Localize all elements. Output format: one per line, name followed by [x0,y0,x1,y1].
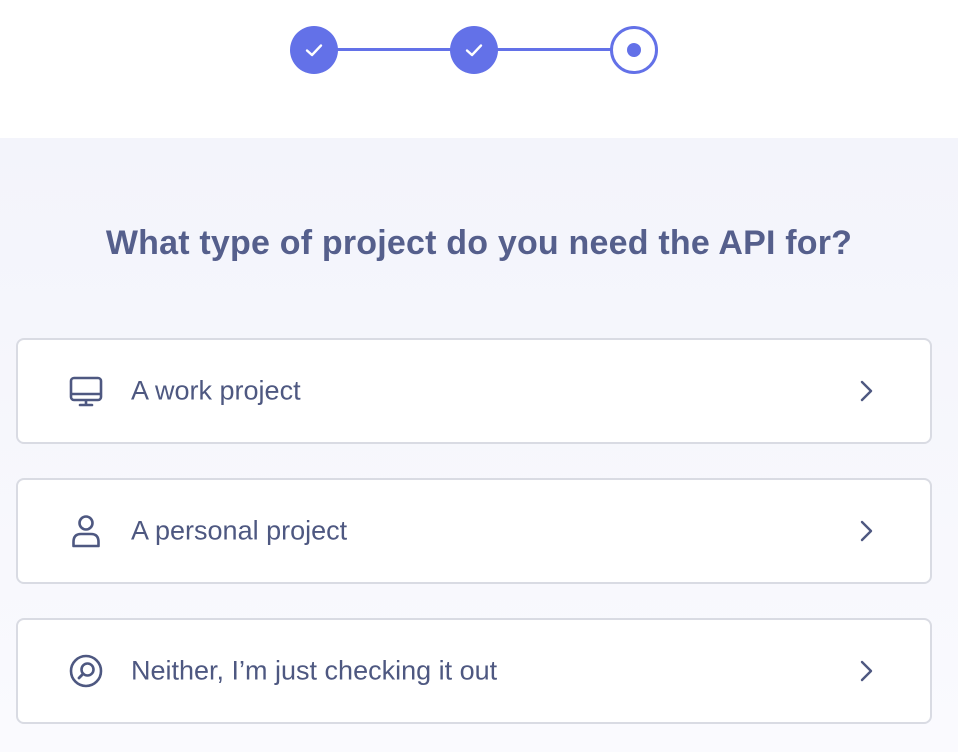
option-work-project[interactable]: A work project [16,338,932,444]
step-3-current [610,26,658,74]
check-icon [305,44,323,57]
option-just-checking[interactable]: Neither, I’m just checking it out [16,618,932,724]
dot-icon [627,43,641,57]
magnifier-icon [68,653,104,689]
monitor-icon [68,373,104,409]
check-icon [465,44,483,57]
user-icon [68,513,104,549]
progress-stepper [0,0,958,138]
option-label: A work project [131,375,301,406]
option-label: Neither, I’m just checking it out [131,655,498,686]
stepper-connector-1 [336,48,452,51]
chevron-right-icon [856,379,876,403]
option-personal-project[interactable]: A personal project [16,478,932,584]
chevron-right-icon [856,519,876,543]
chevron-right-icon [856,659,876,683]
project-type-panel: What type of project do you need the API… [0,138,958,752]
option-label: A personal project [131,515,348,546]
step-1-completed [290,26,338,74]
step-2-completed [450,26,498,74]
page-title: What type of project do you need the API… [105,224,853,262]
stepper-connector-2 [496,48,612,51]
